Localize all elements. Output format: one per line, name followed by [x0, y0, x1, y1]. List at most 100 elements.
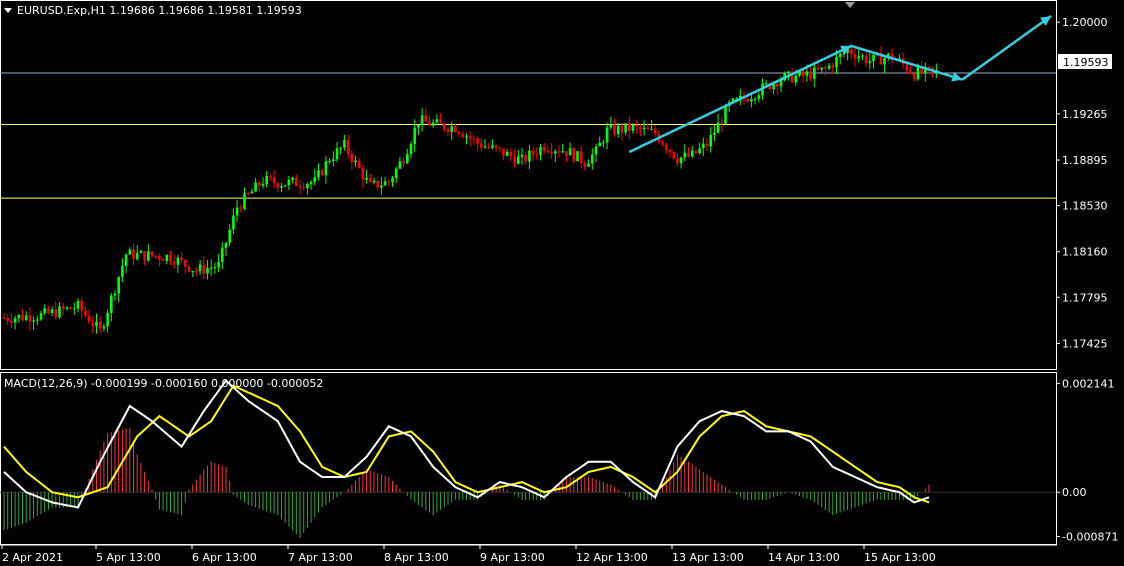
candle-body	[339, 147, 342, 149]
candle-body	[80, 300, 83, 311]
candle-body	[502, 148, 505, 156]
candle-body	[709, 134, 712, 147]
candle-body	[258, 182, 261, 186]
candle-body	[413, 127, 416, 144]
candle-body	[639, 126, 642, 130]
candle-body	[491, 145, 494, 148]
candle-body	[69, 307, 72, 309]
candle-body	[805, 71, 809, 76]
candle-body	[350, 153, 354, 163]
candle-body	[91, 322, 95, 327]
candle-body	[850, 48, 853, 55]
chart-shift-marker-icon[interactable]	[845, 2, 855, 8]
price-tick-label: 1.18530	[1062, 200, 1108, 213]
candle-body	[602, 142, 605, 144]
candle-body	[476, 138, 479, 144]
candle-body	[320, 170, 324, 176]
candle-body	[250, 191, 254, 194]
candle-body	[328, 160, 331, 162]
candle-body	[672, 151, 675, 159]
candle-body	[724, 106, 727, 124]
candle-body	[494, 145, 498, 148]
candle-body	[76, 300, 80, 309]
time-tick-label: 7 Apr 13:00	[288, 551, 353, 564]
candle-body	[628, 123, 631, 131]
candle-body	[568, 148, 572, 156]
candle-body	[224, 242, 228, 248]
candle-body	[864, 55, 868, 64]
candle-body	[813, 67, 816, 79]
trend-arrow-line	[961, 14, 1052, 81]
candle-body	[154, 255, 157, 257]
candle-body	[276, 183, 280, 188]
candle-body	[357, 160, 361, 169]
candle-body	[750, 99, 753, 102]
candle-body	[465, 136, 468, 138]
time-tick-label: 13 Apr 13:00	[672, 551, 744, 564]
horizontal-levels	[0, 72, 1056, 199]
candle-body	[694, 150, 698, 154]
candle-body	[102, 326, 106, 329]
collapse-triangle-icon[interactable]	[4, 8, 12, 13]
candle-body	[535, 154, 539, 156]
candle-body	[417, 124, 420, 128]
candle-body	[498, 147, 502, 149]
candle-body	[757, 95, 761, 99]
candle-body	[824, 67, 827, 69]
candle-body	[87, 315, 91, 323]
candle-body	[587, 163, 590, 167]
candle-body	[838, 53, 842, 58]
trading-chart[interactable]: 1.20000 1.19265 1.18895 1.18530 1.18160 1.177…	[0, 0, 1124, 566]
candle-body	[509, 151, 513, 157]
candle-body	[261, 183, 265, 186]
candle-body	[346, 139, 350, 154]
macd-tick-label: -0.000871	[1062, 530, 1118, 543]
candle-body	[716, 122, 720, 133]
candle-body	[383, 181, 387, 186]
candle-body	[191, 270, 194, 272]
candle-body	[143, 250, 146, 261]
candle-body	[542, 147, 546, 151]
trend-arrow-line	[850, 44, 963, 81]
candle-body	[446, 129, 450, 132]
candle-body	[457, 132, 461, 135]
candles	[2, 42, 938, 334]
candle-body	[531, 150, 535, 155]
candle-body	[916, 67, 920, 80]
candle-body	[65, 307, 69, 309]
arrow-head-icon	[1040, 15, 1052, 26]
candle-body	[332, 159, 335, 161]
candle-body	[594, 146, 598, 155]
candle-body	[61, 306, 65, 309]
candle-body	[309, 182, 313, 185]
candle-body	[565, 151, 568, 156]
candle-body	[39, 313, 43, 320]
candle-body	[295, 177, 298, 187]
candle-body	[676, 158, 679, 164]
candle-body	[683, 152, 687, 158]
candle-body	[243, 193, 246, 209]
candle-body	[206, 267, 209, 274]
candle-body	[406, 154, 409, 164]
candle-body	[868, 61, 872, 64]
candle-body	[794, 75, 798, 83]
candle-body	[47, 308, 50, 314]
candle-body	[883, 57, 886, 65]
candle-body	[668, 149, 672, 152]
time-tick-label: 15 Apr 13:00	[864, 551, 936, 564]
time-tick-label: 9 Apr 13:00	[480, 551, 545, 564]
candle-body	[313, 177, 317, 183]
candle-body	[165, 254, 169, 261]
candle-body	[443, 123, 446, 130]
candle-body	[720, 122, 724, 124]
candle-body	[809, 71, 812, 79]
candle-body	[909, 70, 912, 74]
price-axis: 1.20000 1.19265 1.18895 1.18530 1.18160 1.177…	[1056, 16, 1118, 543]
candle-body	[10, 320, 13, 323]
macd-pane-frame	[0, 372, 1057, 545]
candle-body	[272, 177, 276, 184]
candle-body	[180, 257, 183, 260]
candle-body	[435, 119, 439, 123]
candle-body	[298, 186, 302, 188]
candle-body	[246, 193, 250, 195]
